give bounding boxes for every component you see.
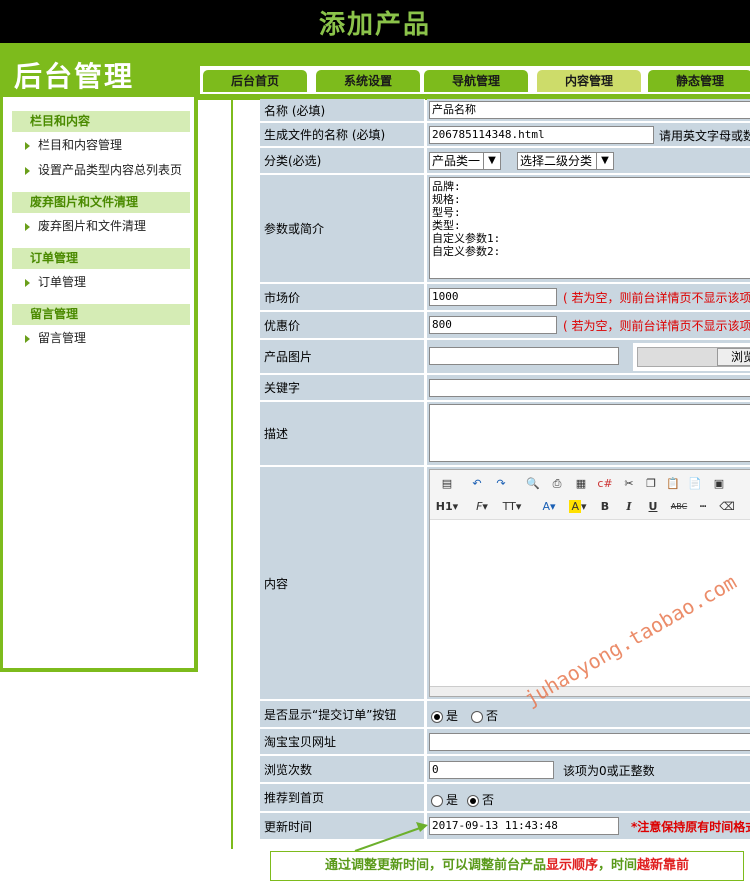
annotation-callout: 通过调整更新时间，可以调整前台产品显示顺序，时间越新靠前 (270, 851, 744, 881)
annotation-arrow (354, 822, 428, 852)
